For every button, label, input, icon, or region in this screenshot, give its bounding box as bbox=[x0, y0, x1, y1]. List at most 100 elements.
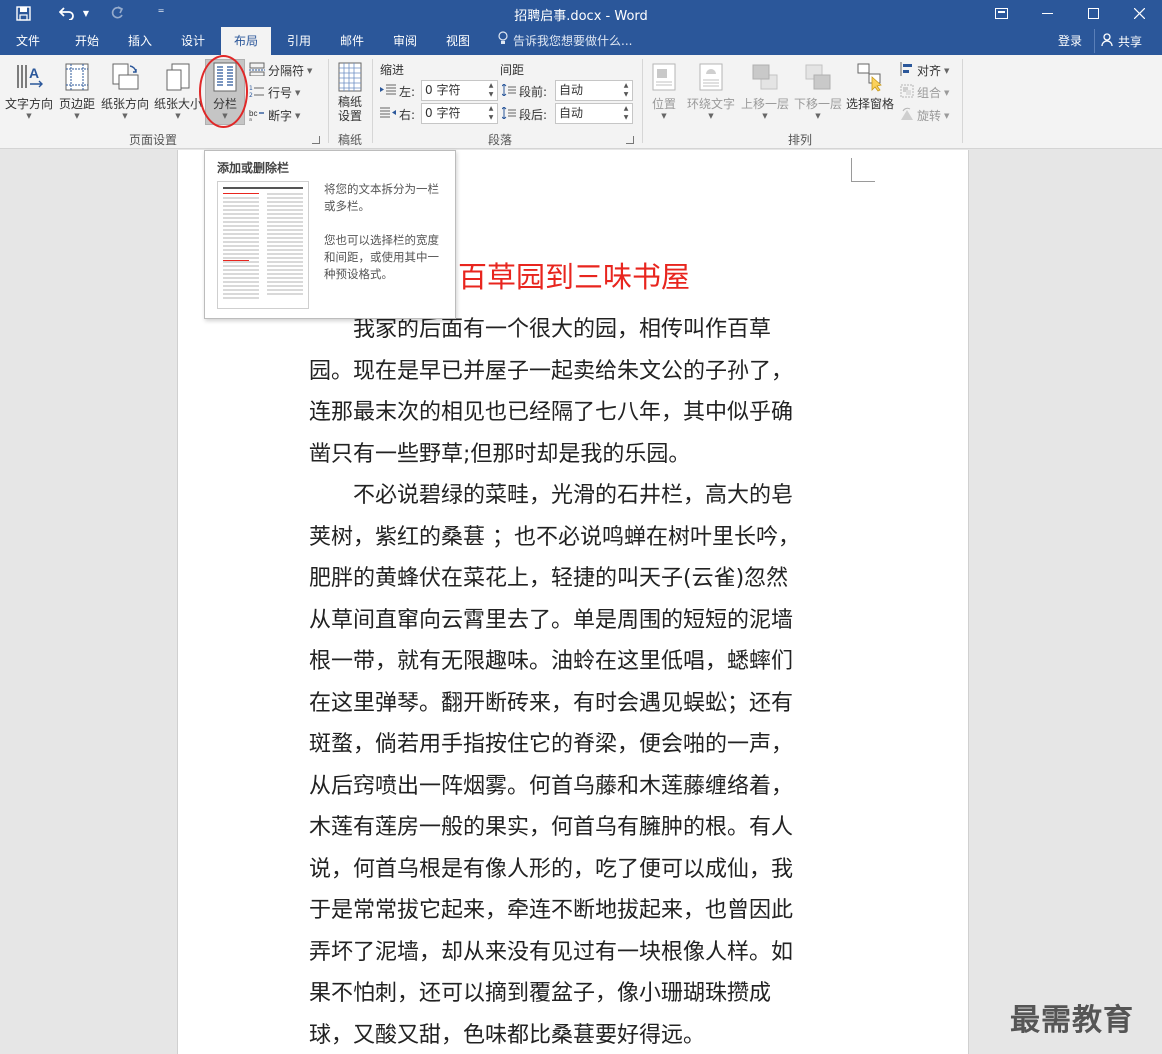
group-separator bbox=[642, 59, 643, 143]
group-separator bbox=[328, 59, 329, 143]
breaks-button[interactable]: 分隔符 ▼ bbox=[249, 62, 312, 79]
ribbon-tab-row: 文件 开始 插入 设计 布局 引用 邮件 审阅 视图 告诉我您想要做什么... … bbox=[0, 27, 1162, 55]
page-size-icon bbox=[163, 61, 193, 93]
spinner-icon[interactable]: ▲ ▼ bbox=[485, 104, 497, 123]
document-line[interactable]: 球，又酸又甜，色味都比桑葚要好得远。 bbox=[309, 1015, 839, 1054]
dropdown-arrow-icon: ▼ bbox=[944, 88, 950, 97]
document-line[interactable]: 说，何首乌根是有像人形的，吃了便可以成仙，我 bbox=[309, 849, 839, 891]
lightbulb-icon bbox=[498, 27, 508, 55]
margins-button[interactable]: 页边距 ▼ bbox=[57, 61, 97, 120]
dropdown-arrow-icon: ▼ bbox=[944, 66, 950, 75]
group-label: 组合 bbox=[917, 86, 942, 100]
close-icon[interactable] bbox=[1117, 0, 1161, 27]
align-button[interactable]: 对齐 ▼ bbox=[900, 62, 949, 79]
document-line[interactable]: 园。现在是早已并屋子一起卖给朱文公的子孙了， bbox=[309, 351, 839, 393]
share-button[interactable]: 共享 bbox=[1094, 29, 1158, 53]
send-backward-icon bbox=[803, 61, 833, 93]
spacing-before-input[interactable]: 自动 ▲ ▼ bbox=[555, 80, 633, 101]
size-button[interactable]: 纸张大小 ▼ bbox=[153, 61, 203, 120]
size-label: 纸张大小 bbox=[153, 97, 202, 111]
text-direction-button[interactable]: A 文字方向 ▼ bbox=[4, 61, 54, 120]
align-label: 对齐 bbox=[917, 64, 942, 78]
tell-me-placeholder: 告诉我您想要做什么... bbox=[513, 34, 633, 48]
position-label: 位置 bbox=[651, 97, 676, 111]
selection-pane-button[interactable]: 选择窗格 bbox=[845, 61, 895, 112]
dropdown-arrow-icon: ▼ bbox=[815, 112, 821, 120]
ribbon-layout: A 文字方向 ▼ 页边距 ▼ 纸张方向 ▼ 纸张大小 ▼ 分栏 ▼ 分隔符 ▼ bbox=[0, 55, 1162, 149]
document-line[interactable]: 于是常常拔它起来，牵连不断地拔起来，也曾因此 bbox=[309, 890, 839, 932]
spinner-icon[interactable]: ▲ ▼ bbox=[485, 81, 497, 100]
line-numbers-button[interactable]: 12 行号 ▼ bbox=[249, 84, 300, 101]
send-backward-button[interactable]: 下移一层 ▼ bbox=[793, 61, 843, 120]
tab-mailings[interactable]: 邮件 bbox=[331, 27, 373, 55]
paragraph-launcher-icon[interactable] bbox=[626, 136, 634, 144]
document-line[interactable]: 荚树，紫红的桑葚 ；也不必说鸣蝉在树叶里长吟， bbox=[309, 517, 839, 559]
dropdown-arrow-icon: ▼ bbox=[74, 112, 80, 120]
document-body[interactable]: 我家的后面有一个很大的园，相传叫作百草 园。现在是早已并屋子一起卖给朱文公的子孙了… bbox=[309, 309, 839, 1054]
ribbon-display-options-icon[interactable] bbox=[979, 0, 1023, 27]
document-area[interactable]: 百草园到三味书屋 我家的后面有一个很大的园，相传叫作百草 园。现在是早已并屋子一起… bbox=[0, 150, 1162, 1054]
tooltip-description-1: 将您的文本拆分为一栏或多栏。 bbox=[324, 182, 439, 213]
spacing-heading: 间距 bbox=[500, 63, 525, 77]
indent-right-icon bbox=[380, 107, 396, 122]
wrap-text-button[interactable]: 环绕文字 ▼ bbox=[686, 61, 736, 120]
text-direction-label: 文字方向 bbox=[4, 97, 53, 111]
tab-references[interactable]: 引用 bbox=[278, 27, 320, 55]
document-line[interactable]: 木莲有莲房一般的果实，何首乌有臃肿的根。有人 bbox=[309, 807, 839, 849]
tab-review[interactable]: 审阅 bbox=[384, 27, 426, 55]
minimize-icon[interactable] bbox=[1025, 0, 1069, 27]
dropdown-arrow-icon: ▼ bbox=[26, 112, 32, 120]
document-line[interactable]: 不必说碧绿的菜畦，光滑的石井栏，高大的皂 bbox=[309, 475, 839, 517]
tab-design[interactable]: 设计 bbox=[172, 27, 214, 55]
svg-text:2: 2 bbox=[249, 92, 253, 98]
indent-heading: 缩进 bbox=[380, 63, 405, 77]
manuscript-settings-label-2: 设置 bbox=[337, 109, 362, 123]
orientation-button[interactable]: 纸张方向 ▼ bbox=[100, 61, 150, 120]
spacing-after-input[interactable]: 自动 ▲ ▼ bbox=[555, 103, 633, 124]
manuscript-settings-button[interactable]: 稿纸 设置 bbox=[332, 61, 368, 123]
tab-home[interactable]: 开始 bbox=[66, 27, 108, 55]
dropdown-arrow-icon: ▼ bbox=[708, 112, 714, 120]
document-line[interactable]: 从草间直窜向云霄里去了。单是周围的短短的泥墙 bbox=[309, 600, 839, 642]
document-line[interactable]: 连那最末次的相见也已经隔了七八年，其中似乎确 bbox=[309, 392, 839, 434]
margins-label: 页边距 bbox=[58, 97, 95, 111]
position-button[interactable]: 位置 ▼ bbox=[646, 61, 682, 120]
manuscript-group-label: 稿纸 bbox=[337, 133, 362, 147]
page-setup-group-label: 页面设置 bbox=[128, 133, 177, 147]
tab-view[interactable]: 视图 bbox=[437, 27, 479, 55]
tab-layout[interactable]: 布局 bbox=[221, 27, 271, 55]
dropdown-arrow-icon: ▼ bbox=[762, 112, 768, 120]
bring-forward-button[interactable]: 上移一层 ▼ bbox=[740, 61, 790, 120]
document-line[interactable]: 在这里弹琴。翻开断砖来，有时会遇见蜈蚣；还有 bbox=[309, 683, 839, 725]
login-link[interactable]: 登录 bbox=[1058, 27, 1082, 55]
page-setup-launcher-icon[interactable] bbox=[312, 136, 320, 144]
tab-file[interactable]: 文件 bbox=[8, 27, 48, 55]
document-line[interactable]: 凿只有一些野草;但那时却是我的乐园。 bbox=[309, 434, 839, 476]
columns-highlight-circle bbox=[199, 55, 248, 128]
two-column-preview-thumbnail bbox=[217, 181, 309, 309]
tab-insert[interactable]: 插入 bbox=[119, 27, 161, 55]
maximize-icon[interactable] bbox=[1071, 0, 1115, 27]
document-line[interactable]: 弄坏了泥墙，却从来没有见过有一块根像人样。如 bbox=[309, 932, 839, 974]
spinner-icon[interactable]: ▲ ▼ bbox=[620, 104, 632, 123]
indent-left-input[interactable]: 0 字符 ▲ ▼ bbox=[421, 80, 498, 101]
position-icon bbox=[649, 61, 679, 93]
tell-me-box[interactable]: 告诉我您想要做什么... bbox=[498, 27, 632, 55]
document-line[interactable]: 斑蝥，倘若用手指按住它的脊梁，便会啪的一声， bbox=[309, 724, 839, 766]
person-icon bbox=[1101, 32, 1114, 50]
watermark-logo: 最需教育 bbox=[1010, 1003, 1134, 1038]
document-line[interactable]: 从后窍喷出一阵烟雾。何首乌藤和木莲藤缠络着， bbox=[309, 766, 839, 808]
spinner-icon[interactable]: ▲ ▼ bbox=[620, 81, 632, 100]
document-line[interactable]: 根一带，就有无限趣味。油蛉在这里低唱，蟋蟀们 bbox=[309, 641, 839, 683]
document-line[interactable]: 肥胖的黄蜂伏在菜花上，轻捷的叫天子(云雀)忽然 bbox=[309, 558, 839, 600]
group-button[interactable]: 组合 ▼ bbox=[900, 84, 949, 101]
bring-forward-label: 上移一层 bbox=[740, 97, 789, 111]
spacing-before-label: 段前: bbox=[501, 83, 547, 100]
indent-right-input[interactable]: 0 字符 ▲ ▼ bbox=[421, 103, 498, 124]
spacing-after-label: 段后: bbox=[501, 106, 547, 123]
document-line[interactable]: 果不怕刺，还可以摘到覆盆子，像小珊瑚珠攒成 bbox=[309, 973, 839, 1015]
rotate-button[interactable]: 旋转 ▼ bbox=[900, 107, 949, 124]
orientation-icon bbox=[110, 61, 140, 93]
hyphenation-button[interactable]: bc a 断字 ▼ bbox=[249, 107, 300, 124]
title-bar: ▼ ⁼ 招聘启事.docx - Word bbox=[0, 0, 1162, 27]
